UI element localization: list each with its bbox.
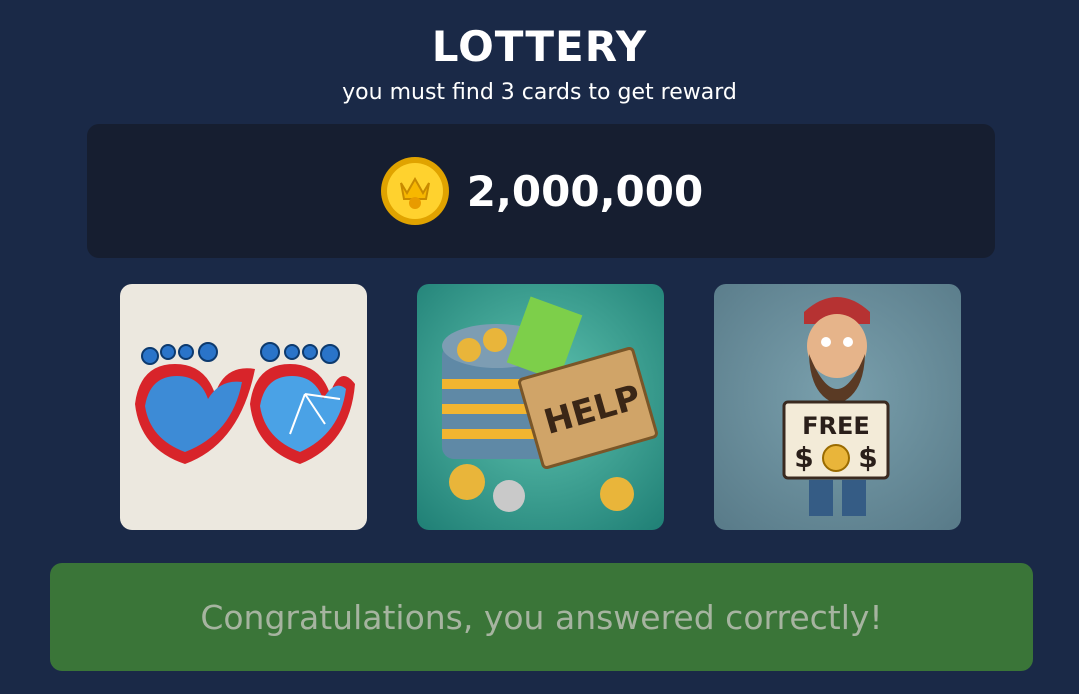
card-glasses[interactable] — [120, 284, 367, 530]
prize-panel: 2,000,000 — [87, 124, 995, 258]
result-banner: Congratulations, you answered correctly! — [50, 563, 1033, 671]
page-title: LOTTERY — [431, 22, 648, 71]
dollar-sign-right: $ — [858, 441, 877, 474]
help-can-with-money-icon: HELP — [442, 296, 658, 512]
page-subtitle: you must find 3 cards to get reward — [342, 80, 737, 105]
gold-coin-icon — [380, 157, 449, 225]
homeless-man-with-sign-icon: FREE $ $ — [782, 297, 890, 516]
card-homeless-man[interactable]: FREE $ $ — [714, 284, 961, 530]
prize-amount: 2,000,000 — [466, 166, 704, 216]
broken-heart-glasses-icon — [135, 342, 355, 464]
card-help-can[interactable]: HELP — [417, 284, 664, 530]
dollar-sign-left: $ — [794, 441, 813, 474]
free-sign-text: FREE — [802, 412, 870, 440]
result-message: Congratulations, you answered correctly! — [200, 597, 883, 637]
